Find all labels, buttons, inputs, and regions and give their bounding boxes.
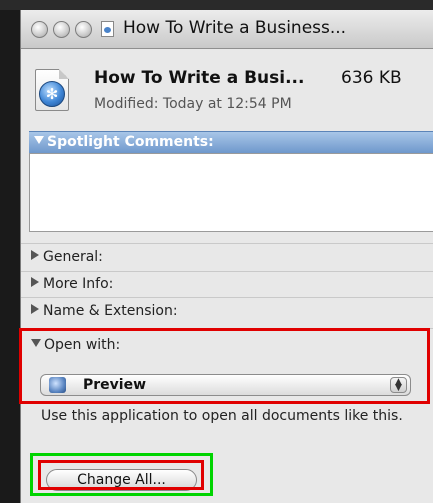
divider bbox=[21, 328, 433, 329]
section-more-info[interactable]: More Info: bbox=[31, 276, 113, 298]
get-info-window: How To Write a Business... ✻ How To Writ… bbox=[20, 10, 433, 503]
section-name-extension[interactable]: Name & Extension: bbox=[31, 303, 178, 325]
section-name-extension-label: Name & Extension: bbox=[43, 303, 178, 319]
divider bbox=[21, 243, 433, 244]
safari-document-icon: ✻ bbox=[35, 69, 69, 111]
selected-application: Preview bbox=[83, 377, 147, 393]
spotlight-comments-text: Spotlight Comments: bbox=[47, 134, 214, 150]
zoom-button[interactable] bbox=[75, 21, 92, 38]
close-button[interactable] bbox=[31, 21, 48, 38]
title-bar[interactable]: How To Write a Business... bbox=[21, 10, 433, 49]
spotlight-comments-header[interactable]: Spotlight Comments: bbox=[29, 131, 433, 154]
file-name: How To Write a Busi... bbox=[94, 68, 305, 88]
modified-date: Modified: Today at 12:54 PM bbox=[94, 96, 292, 112]
disclosure-closed-icon bbox=[31, 250, 39, 260]
section-general[interactable]: General: bbox=[31, 249, 103, 271]
disclosure-open-icon bbox=[31, 339, 41, 347]
section-more-info-label: More Info: bbox=[43, 276, 114, 292]
disclosure-closed-icon bbox=[31, 277, 39, 287]
background-strip bbox=[0, 0, 433, 10]
divider bbox=[21, 271, 433, 272]
disclosure-open-icon bbox=[34, 136, 44, 144]
page-fold bbox=[59, 69, 69, 79]
window-title: How To Write a Business... bbox=[123, 18, 347, 38]
change-all-button[interactable]: Change All... bbox=[46, 469, 197, 491]
divider bbox=[21, 297, 433, 298]
minimize-button[interactable] bbox=[53, 21, 70, 38]
spotlight-comments-label: Spotlight Comments: bbox=[34, 134, 214, 150]
section-open-with[interactable]: Open with: bbox=[31, 337, 120, 359]
preview-app-icon bbox=[49, 377, 66, 393]
popup-arrows-icon: ▲ ▼ bbox=[390, 377, 407, 393]
section-general-label: General: bbox=[43, 249, 103, 265]
open-with-description: Use this application to open all documen… bbox=[41, 408, 403, 424]
section-open-with-label: Open with: bbox=[44, 337, 121, 353]
info-header: ✻ How To Write a Busi... 636 KB Modified… bbox=[21, 49, 433, 126]
open-with-popup[interactable]: Preview ▲ ▼ bbox=[40, 374, 411, 396]
spotlight-comments-field[interactable] bbox=[29, 153, 433, 232]
file-size: 636 KB bbox=[341, 68, 402, 88]
disclosure-closed-icon bbox=[31, 304, 39, 314]
document-proxy-icon[interactable] bbox=[101, 21, 114, 37]
compass-icon: ✻ bbox=[39, 81, 65, 107]
